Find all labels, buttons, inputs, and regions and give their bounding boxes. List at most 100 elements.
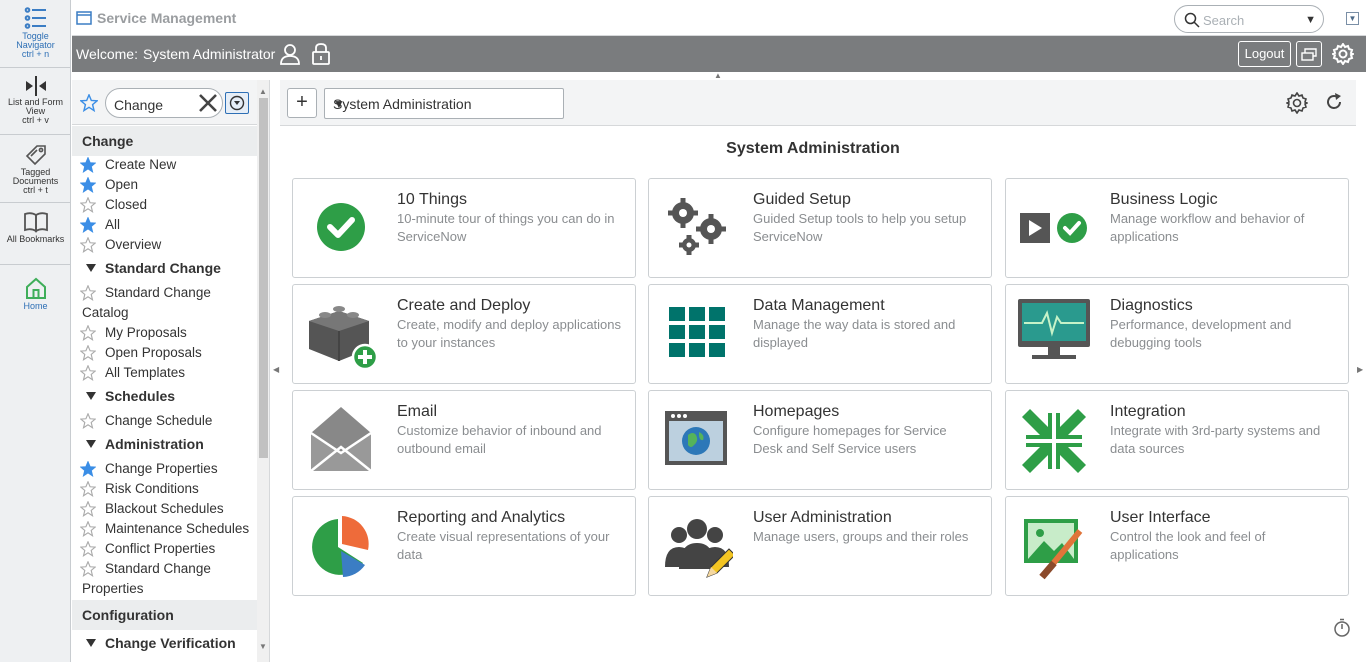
top-header: Service Management Search ▼ ▼ [72,0,1366,36]
star-filled-icon[interactable] [79,460,97,482]
star-outline-icon[interactable] [79,500,97,522]
image-brush-icon [1018,511,1090,583]
user-icon[interactable] [279,42,301,66]
nav-section-change[interactable]: Change [72,126,257,156]
nav-subsection-standard-change[interactable]: Standard Change [86,260,221,276]
card-title: Data Management [753,297,885,314]
nav-subsection-change-verification[interactable]: Change Verification [86,635,236,651]
new-window-button[interactable] [1296,41,1322,67]
card-description: Integrate with 3rd-party systems and dat… [1110,423,1321,456]
collapse-navigator-icon[interactable]: ◀ [273,365,279,374]
toggle-navigator-button[interactable]: Toggle Navigator ctrl + n [0,6,71,59]
scroll-down-icon[interactable]: ▼ [259,642,267,651]
lock-icon[interactable] [310,42,332,66]
star-filled-icon[interactable] [79,156,97,178]
card-title: Email [397,403,438,420]
card-description: Manage the way data is stored and displa… [753,317,956,350]
card-reporting-and-analytics[interactable]: Reporting and Analytics Create visual rep… [292,496,636,596]
scrollbar-thumb[interactable] [259,98,268,458]
application-navigator: Change ▲ ▼ Change Create New Open Closed Al… [72,80,270,662]
gears-icon [661,193,733,265]
nav-item-label: Conflict Properties [105,541,216,556]
refresh-icon[interactable] [1324,92,1344,112]
list-form-view-button[interactable]: List and Form View ctrl + v [0,76,71,125]
card-10-things[interactable]: 10 Things 10-minute tour of things you ca… [292,178,636,278]
users-pencil-icon [661,511,736,583]
card-description: Configure homepages for Service Desk and… [753,423,947,456]
collapse-up-icon[interactable]: ▲ [714,71,722,80]
user-name[interactable]: System Administrator [143,46,275,62]
card-description: Guided Setup tools to help you setup Ser… [753,211,967,244]
star-outline-icon[interactable] [79,364,97,386]
caret-down-icon [86,264,96,272]
home-label: Home [23,301,48,311]
nav-subsection-label: Schedules [105,388,176,404]
grid-icon [661,299,733,371]
all-bookmarks-button[interactable]: All Bookmarks [0,211,71,244]
settings-icon[interactable] [1286,92,1308,114]
split-view-icon [25,76,46,96]
card-diagnostics[interactable]: Diagnostics Performance, development and … [1005,284,1349,384]
play-check-icon [1018,193,1090,265]
favorites-star-icon[interactable] [80,94,98,112]
timer-icon[interactable] [1333,618,1351,638]
chevron-down-circle-icon [229,95,245,111]
card-user-interface[interactable]: User Interface Control the look and feel … [1005,496,1349,596]
nav-section-configuration[interactable]: Configuration [72,600,257,630]
tagged-documents-shortcut: ctrl + t [23,185,48,195]
card-description: Manage users, groups and their roles [753,529,969,544]
nav-subsection-schedules[interactable]: Schedules [86,388,175,404]
star-outline-icon[interactable] [79,480,97,502]
clear-icon[interactable] [198,93,218,113]
expand-right-icon[interactable]: ▶ [1357,365,1363,374]
nav-item-label: Closed [105,197,148,212]
card-description: Control the look and feel of application… [1110,529,1266,562]
blocks-add-icon [305,299,379,371]
star-outline-icon[interactable] [79,560,97,582]
scroll-up-icon[interactable]: ▲ [259,87,267,96]
chevron-down-icon[interactable]: ▼ [1305,14,1316,26]
nav-item-label: Standard Change [105,561,211,576]
global-search-input[interactable]: Search ▼ [1174,5,1324,33]
gear-icon[interactable] [1332,43,1354,65]
card-create-and-deploy[interactable]: Create and Deploy Create, modify and depl… [292,284,636,384]
star-outline-icon[interactable] [79,344,97,366]
star-outline-icon[interactable] [79,236,97,258]
application-select[interactable]: System Administration ▼ [324,88,564,119]
star-outline-icon[interactable] [79,196,97,218]
star-filled-icon[interactable] [79,176,97,198]
welcome-label: Welcome: [76,46,138,62]
logout-button[interactable]: Logout [1238,41,1291,67]
card-data-management[interactable]: Data Management Manage the way data is st… [648,284,992,384]
nav-subsection-administration[interactable]: Administration [86,436,204,452]
add-button[interactable]: + [287,88,317,118]
content-frame: + System Administration ▼ System Adminis… [280,80,1356,662]
card-integration[interactable]: Integration Integrate with 3rd-party syst… [1005,390,1349,490]
caret-down-icon [86,392,96,400]
filter-toggle-button[interactable] [225,92,249,114]
card-homepages[interactable]: Homepages Configure homepages for Service… [648,390,992,490]
nav-item-label-continued: Catalog [82,305,129,320]
card-user-administration[interactable]: User Administration Manage users, groups … [648,496,992,596]
tagged-documents-button[interactable]: Tagged Documents ctrl + t [0,142,71,195]
star-outline-icon[interactable] [79,540,97,562]
card-title: Business Logic [1110,191,1218,208]
search-placeholder: Search [1203,13,1245,28]
home-button[interactable]: Home [0,276,71,311]
star-outline-icon[interactable] [79,284,97,306]
card-guided-setup[interactable]: Guided Setup Guided Setup tools to help y… [648,178,992,278]
card-email[interactable]: Email Customize behavior of inbound and o… [292,390,636,490]
card-description: Create visual representations of your da… [397,529,610,562]
browser-globe-icon [661,405,733,477]
card-business-logic[interactable]: Business Logic Manage workflow and behavi… [1005,178,1349,278]
star-outline-icon[interactable] [79,520,97,542]
nav-item-label: Change Properties [105,461,218,476]
collapse-header-icon[interactable]: ▼ [1346,12,1359,25]
star-filled-icon[interactable] [79,216,97,238]
home-icon [25,277,46,299]
main-panel: System Administration 10 Things 10-minute… [280,126,1356,662]
tag-icon [25,145,46,166]
star-outline-icon[interactable] [79,324,97,346]
star-outline-icon[interactable] [79,412,97,434]
card-title: Reporting and Analytics [397,509,566,526]
